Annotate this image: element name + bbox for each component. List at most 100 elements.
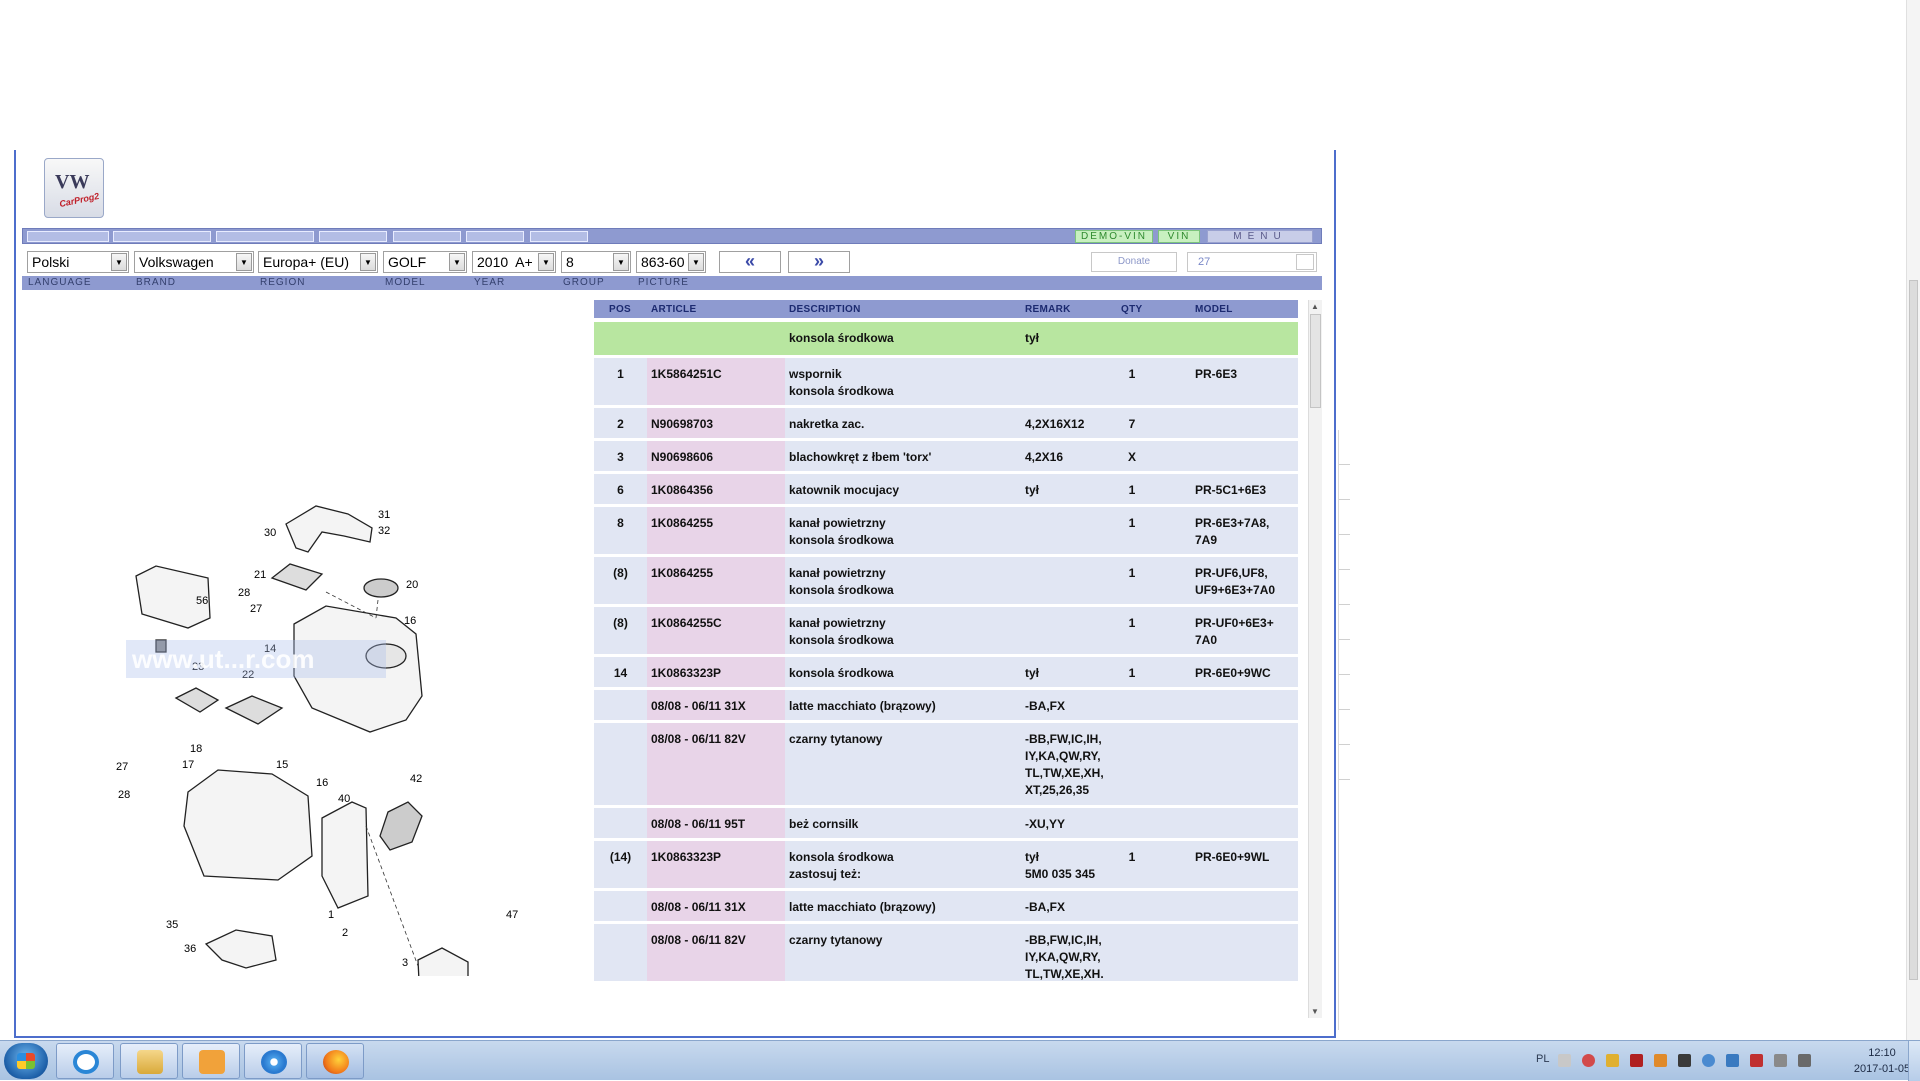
- bluetooth-icon[interactable]: [1726, 1054, 1739, 1067]
- table-row[interactable]: (8) 1K0864255 kanał powietrzny konsola śro…: [594, 557, 1298, 607]
- page-scrollbar[interactable]: [1906, 0, 1920, 1040]
- error-icon[interactable]: [1750, 1054, 1763, 1067]
- part-15: [183, 769, 313, 881]
- top-bar-slot: [27, 231, 109, 242]
- chevron-down-icon[interactable]: ▼: [236, 253, 252, 271]
- chevron-down-icon[interactable]: ▼: [449, 253, 465, 271]
- previous-picture-button[interactable]: «: [719, 251, 781, 273]
- svg-text:31: 31: [378, 509, 390, 521]
- start-button[interactable]: [4, 1043, 48, 1079]
- next-picture-button[interactable]: »: [788, 251, 850, 273]
- page-scroll-thumb[interactable]: [1909, 280, 1918, 980]
- shield-icon[interactable]: [1630, 1054, 1643, 1067]
- outlook-icon[interactable]: [182, 1043, 240, 1079]
- table-row[interactable]: 1 1K5864251C wspornik konsola środkowa 1 PR-…: [594, 358, 1298, 408]
- diagram-drawing: [135, 505, 469, 976]
- year-select[interactable]: 2010 A+ ▼: [472, 251, 556, 273]
- outlook-tray-icon[interactable]: [1654, 1054, 1667, 1067]
- svg-text:56: 56: [196, 595, 208, 607]
- table-scrollbar[interactable]: ▲ ▼: [1308, 300, 1322, 1018]
- year-value: 2010 A+: [477, 254, 533, 270]
- table-row[interactable]: 08/08 - 06/11 31X latte macchiato (brązow…: [594, 690, 1298, 723]
- chevron-down-icon[interactable]: ▼: [688, 253, 704, 271]
- cell-model: PR-6E0+9WL: [1195, 850, 1270, 864]
- chevron-down-icon[interactable]: ▼: [538, 253, 554, 271]
- cell-remark: -BA,FX: [1025, 900, 1065, 914]
- table-row[interactable]: 8 1K0864255 kanał powietrzny konsola środk…: [594, 507, 1298, 557]
- table-row[interactable]: 08/08 - 06/11 82V czarny tytanowy -BB,FW,I…: [594, 924, 1298, 984]
- windows-logo-icon: [17, 1053, 35, 1069]
- part-35: [204, 929, 277, 969]
- cell-remark: -BA,FX: [1025, 699, 1065, 713]
- brand-select[interactable]: Volkswagen ▼: [134, 251, 254, 273]
- brand-value: Volkswagen: [139, 254, 214, 270]
- show-desktop-button[interactable]: [1908, 1041, 1920, 1081]
- part-20: [363, 578, 399, 598]
- internet-explorer-icon[interactable]: [56, 1043, 114, 1079]
- cell-description: konsola środkowa: [789, 331, 894, 345]
- svg-text:1: 1: [328, 909, 334, 921]
- keyboard-icon[interactable]: [1558, 1054, 1571, 1067]
- vin-button[interactable]: VIN: [1158, 230, 1200, 243]
- picture-label: PICTURE: [638, 277, 689, 288]
- vw-carprog-logo: VW CarProg2: [44, 158, 104, 218]
- col-description: DESCRIPTION: [789, 304, 861, 315]
- svg-text:18: 18: [190, 743, 202, 755]
- model-select[interactable]: GOLF ▼: [383, 251, 467, 273]
- cell-remark: -BB,FW,IC,IH, IY,KA,QW,RY, TL,TW,XE,XH.: [1025, 933, 1104, 981]
- language-select[interactable]: Polski ▼: [27, 251, 129, 273]
- volume-icon[interactable]: [1798, 1054, 1811, 1067]
- app-tray-icon[interactable]: [1678, 1054, 1691, 1067]
- scroll-up-icon[interactable]: ▲: [1311, 302, 1319, 311]
- monitor-icon[interactable]: [1774, 1054, 1787, 1067]
- windows-explorer-icon[interactable]: [120, 1043, 178, 1079]
- cell-description: latte macchiato (brązowy): [789, 699, 936, 713]
- table-row[interactable]: 08/08 - 06/11 31X latte macchiato (brązow…: [594, 891, 1298, 924]
- table-row[interactable]: 6 1K0864356 katownik mocujacy tył 1 PR-5C1+6E…: [594, 474, 1298, 507]
- svg-text:16: 16: [316, 777, 328, 789]
- demo-vin-button[interactable]: DEMO-VIN: [1075, 230, 1153, 243]
- svg-text:35: 35: [166, 919, 178, 931]
- svg-text:27: 27: [250, 603, 262, 615]
- cell-article: 08/08 - 06/11 31X: [651, 699, 746, 713]
- chevron-down-icon[interactable]: ▼: [111, 253, 127, 271]
- table-row[interactable]: (8) 1K0864255C kanał powietrzny konsola śr…: [594, 607, 1298, 657]
- cell-model: PR-UF6,UF8, UF9+6E3+7A0: [1195, 566, 1276, 597]
- table-row[interactable]: 2 N90698703 nakretka zac. 4,2X16X12 7: [594, 408, 1298, 441]
- group-select[interactable]: 8 ▼: [561, 251, 631, 273]
- table-row[interactable]: (14) 1K0863323P konsola środkowa zastosuj …: [594, 841, 1298, 891]
- table-row[interactable]: 14 1K0863323P konsola środkowa tył 1 PR-6E0+9…: [594, 657, 1298, 690]
- table-row[interactable]: 3 N90698606 blachowkręt z łbem 'torx' 4,2X1…: [594, 441, 1298, 474]
- cell-qty: 1: [1128, 566, 1136, 580]
- brand-label: BRAND: [136, 277, 177, 288]
- antivirus-icon[interactable]: [1582, 1054, 1595, 1067]
- table-row[interactable]: konsola środkowa tył: [594, 322, 1298, 358]
- clock-time[interactable]: 12:10: [1852, 1047, 1912, 1059]
- svg-text:16: 16: [404, 615, 416, 627]
- menu-button[interactable]: MENU: [1207, 230, 1313, 243]
- part-40: [321, 801, 369, 909]
- region-select[interactable]: Europa+ (EU) ▼: [258, 251, 378, 273]
- group-value: 8: [566, 254, 574, 270]
- network-globe-icon[interactable]: [1702, 1054, 1715, 1067]
- cell-qty: 1: [1128, 616, 1136, 630]
- keyboard-language[interactable]: PL: [1536, 1053, 1549, 1065]
- counter-field: 27: [1187, 252, 1317, 272]
- cell-qty: 1: [1128, 483, 1136, 497]
- svg-text:27: 27: [116, 761, 128, 773]
- clock-date[interactable]: 2017-01-05: [1852, 1063, 1912, 1075]
- pinwheel-app-icon[interactable]: [244, 1043, 302, 1079]
- mail-icon[interactable]: [1606, 1054, 1619, 1067]
- donate-button[interactable]: Donate: [1091, 252, 1177, 272]
- svg-text:20: 20: [406, 579, 418, 591]
- table-row[interactable]: 08/08 - 06/11 82V czarny tytanowy -BB,FW,I…: [594, 723, 1298, 808]
- firefox-icon[interactable]: [306, 1043, 364, 1079]
- table-row[interactable]: 08/08 - 06/11 95T beż cornsilk -XU,YY: [594, 808, 1298, 841]
- scroll-thumb[interactable]: [1310, 314, 1321, 408]
- scroll-down-icon[interactable]: ▼: [1311, 1007, 1319, 1016]
- region-label: REGION: [260, 277, 306, 288]
- chevron-down-icon[interactable]: ▼: [613, 253, 629, 271]
- cell-remark: -BB,FW,IC,IH, IY,KA,QW,RY, TL,TW,XE,XH, …: [1025, 732, 1104, 797]
- chevron-down-icon[interactable]: ▼: [360, 253, 376, 271]
- picture-select[interactable]: 863-60 ▼: [636, 251, 706, 273]
